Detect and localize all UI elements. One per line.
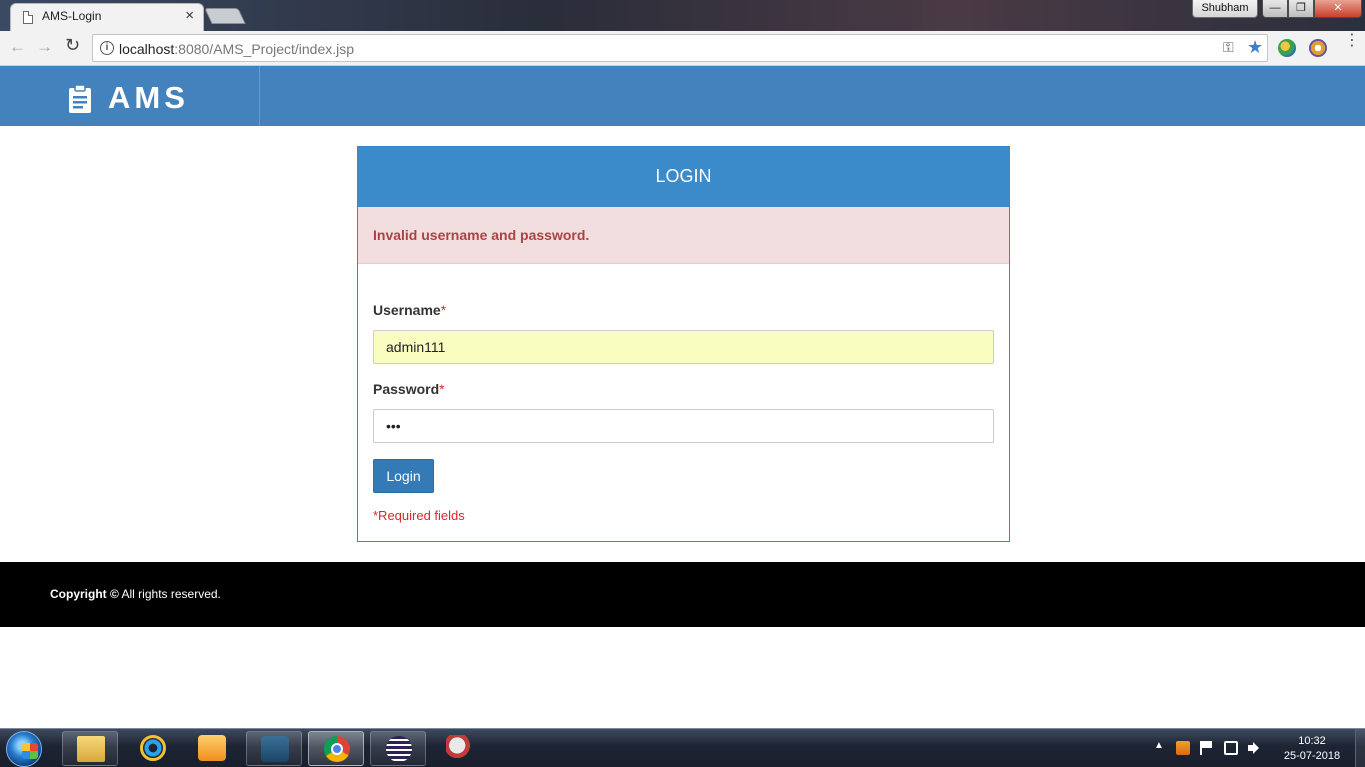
url-path: :8080/AMS_Project/index.jsp (174, 41, 355, 57)
taskbar-item-eclipse[interactable] (370, 731, 426, 766)
new-tab-button[interactable] (204, 8, 246, 24)
required-star: * (440, 302, 447, 318)
taskbar-item-chrome[interactable] (308, 731, 364, 766)
volume-icon[interactable] (1248, 741, 1262, 755)
extension-icon[interactable] (1278, 39, 1296, 57)
login-button[interactable]: Login (373, 459, 434, 493)
windows-explorer-icon (77, 736, 105, 762)
battery-icon[interactable] (1224, 741, 1238, 755)
login-form: Username* Password* Login *Required fiel… (358, 264, 1009, 523)
clipboard-icon (69, 84, 91, 113)
tray-app-icon[interactable] (1176, 741, 1190, 755)
brand[interactable]: AMS (0, 66, 260, 126)
windows-logo-icon (22, 743, 38, 759)
eclipse-icon (386, 736, 412, 762)
internet-explorer-icon (140, 735, 166, 761)
address-bar[interactable]: i localhost:8080/AMS_Project/index.jsp ⚿… (92, 34, 1268, 62)
profile-button[interactable]: Shubham (1192, 0, 1258, 18)
required-star: * (439, 381, 445, 397)
copyright-rest: All rights reserved. (118, 587, 221, 601)
panel-title: LOGIN (358, 147, 1009, 207)
username-label: Username* (373, 302, 994, 322)
key-icon[interactable]: ⚿ (1223, 39, 1234, 56)
system-clock[interactable]: 10:32 25-07-2018 (1276, 734, 1348, 764)
brand-name: AMS (108, 80, 189, 115)
username-input[interactable] (373, 330, 994, 364)
snipping-tool-icon (446, 735, 474, 761)
tab-title: AMS-Login (42, 9, 102, 23)
username-label-text: Username (373, 302, 441, 318)
browser-tab[interactable]: AMS-Login × (10, 3, 204, 31)
minimize-button[interactable]: — (1262, 0, 1288, 18)
show-hidden-icons-icon[interactable]: ▲ (1154, 740, 1164, 751)
media-player-icon (198, 735, 226, 761)
taskbar-item-media[interactable] (184, 731, 240, 766)
action-center-flag-icon[interactable] (1200, 741, 1214, 755)
password-input[interactable] (373, 409, 994, 443)
extension-icon[interactable] (1309, 39, 1327, 57)
password-label: Password* (373, 381, 994, 401)
taskbar-item-snipping[interactable] (432, 731, 488, 766)
mysql-workbench-icon (261, 736, 289, 762)
back-arrow-icon[interactable]: ← (9, 37, 26, 57)
taskbar-item-ie[interactable] (124, 731, 180, 766)
taskbar-item-explorer[interactable] (62, 731, 118, 766)
close-tab-icon[interactable]: × (185, 7, 194, 24)
page-icon (23, 11, 33, 24)
clock-date: 25-07-2018 (1283, 750, 1341, 762)
restore-button[interactable]: ❐ (1288, 0, 1314, 18)
required-fields-note: *Required fields (373, 508, 465, 523)
show-desktop-button[interactable] (1355, 729, 1365, 767)
windows-taskbar: ▲ 10:32 25-07-2018 (0, 728, 1365, 767)
bookmark-star-icon[interactable]: ★ (1247, 37, 1263, 58)
forward-arrow-icon[interactable]: → (36, 37, 53, 57)
app-header: AMS (0, 66, 1365, 126)
start-button[interactable] (6, 731, 42, 767)
taskbar-item-mysql[interactable] (246, 731, 302, 766)
url-host: localhost (119, 41, 175, 57)
info-icon[interactable]: i (100, 41, 114, 55)
browser-titlebar: AMS-Login × Shubham — ❐ ✕ (0, 0, 1365, 31)
page-footer: Copyright © All rights reserved. (0, 562, 1365, 627)
copyright-text: Copyright © All rights reserved. (50, 587, 221, 601)
menu-icon[interactable]: ⋮ (1344, 33, 1360, 49)
clock-time: 10:32 (1298, 735, 1326, 747)
window-close-button[interactable]: ✕ (1314, 0, 1362, 18)
url-text[interactable]: localhost:8080/AMS_Project/index.jsp (119, 41, 354, 57)
login-panel: LOGIN Invalid username and password. Use… (357, 146, 1010, 542)
password-label-text: Password (373, 381, 440, 397)
browser-toolbar: ← → ↻ i localhost:8080/AMS_Project/index… (0, 31, 1365, 66)
error-alert: Invalid username and password. (358, 207, 1009, 264)
copyright-bold: Copyright © (50, 587, 119, 601)
chrome-icon (324, 736, 350, 762)
reload-icon[interactable]: ↻ (65, 35, 80, 56)
